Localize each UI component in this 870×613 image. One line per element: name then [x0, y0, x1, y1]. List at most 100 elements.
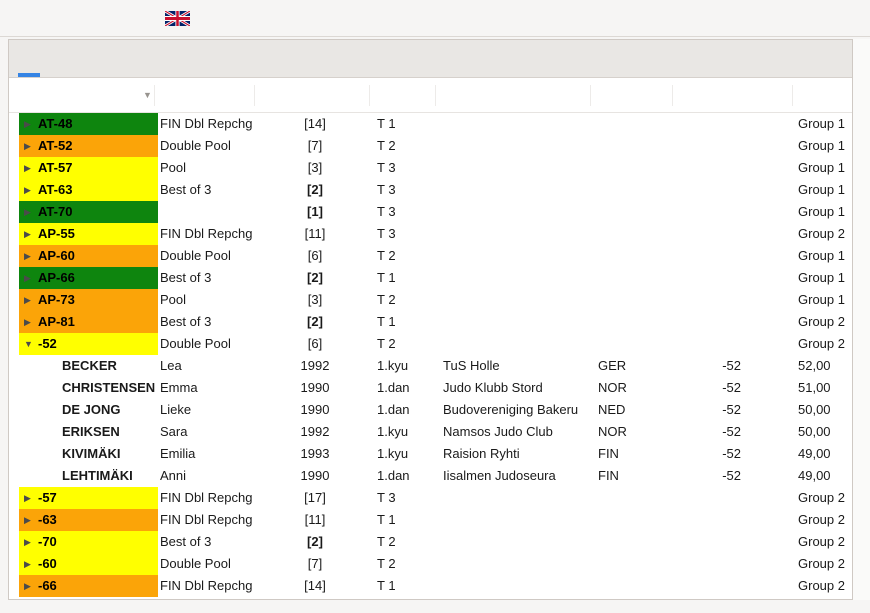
category-name: AP-81 [38, 314, 75, 329]
competitor-row-kivim-ki[interactable]: KIVIMÄKI Emilia 1993 1.kyu Raision Ryhti… [9, 443, 852, 465]
category-row-63[interactable]: ▶ -63 FIN Dbl Repchg [11] T 1 Group 2 [9, 509, 852, 531]
category-count: [6] [262, 245, 368, 267]
category-count: [14] [262, 113, 368, 135]
expander-icon[interactable]: ▶ [24, 289, 31, 311]
category-row-at-52[interactable]: ▶ AT-52 Double Pool [7] T 2 Group 1 [9, 135, 852, 157]
competitor-weight: 49,00 [798, 443, 853, 465]
category-cell: ▶ AP-55 [19, 223, 158, 245]
category-group: Group 1 [798, 135, 853, 157]
category-cell: ▶ AP-66 [19, 267, 158, 289]
competitor-row-becker[interactable]: BECKER Lea 1992 1.kyu TuS Holle GER -52 … [9, 355, 852, 377]
expander-icon[interactable]: ▶ [24, 157, 31, 179]
category-row-66[interactable]: ▶ -66 FIN Dbl Repchg [14] T 1 Group 2 [9, 575, 852, 597]
competitor-reg-category: -52 [680, 377, 741, 399]
sort-descending-icon[interactable]: ▼ [143, 78, 152, 112]
competitor-first-name: Emilia [160, 443, 261, 465]
tab-matches[interactable] [109, 40, 141, 77]
category-cell: ▶ AT-48 [19, 113, 158, 135]
category-row-at-63[interactable]: ▶ AT-63 Best of 3 [2] T 3 Group 1 [9, 179, 852, 201]
expander-icon[interactable]: ▶ [24, 531, 31, 553]
category-group: Group 2 [798, 553, 853, 575]
category-row-60[interactable]: ▶ -60 Double Pool [7] T 2 Group 2 [9, 553, 852, 575]
competitor-row-de-jong[interactable]: DE JONG Lieke 1990 1.dan Budovereniging … [9, 399, 852, 421]
category-count: [14] [262, 575, 368, 597]
expander-icon[interactable]: ▶ [24, 487, 31, 509]
uk-flag-icon [165, 11, 190, 26]
category-name: AP-60 [38, 248, 75, 263]
competitor-grade: 1.kyu [377, 443, 441, 465]
category-count: [17] [262, 487, 368, 509]
tab-tatami-3[interactable] [205, 40, 237, 77]
category-row-ap-66[interactable]: ▶ AP-66 Best of 3 [2] T 1 Group 1 [9, 267, 852, 289]
category-name: -63 [38, 512, 57, 527]
category-system: Double Pool [160, 333, 261, 355]
tab-categories[interactable] [77, 40, 109, 77]
competitor-weight: 52,00 [798, 355, 853, 377]
tab-competitors[interactable] [13, 40, 45, 77]
competitor-row-christensen[interactable]: CHRISTENSEN Emma 1990 1.dan Judo Klubb S… [9, 377, 852, 399]
expander-icon[interactable]: ▶ [24, 179, 31, 201]
competitor-row-eriksen[interactable]: ERIKSEN Sara 1992 1.kyu Namsos Judo Club… [9, 421, 852, 443]
category-name: AT-57 [38, 160, 72, 175]
category-row-52[interactable]: ▼ -52 Double Pool [6] T 2 Group 2 [9, 333, 852, 355]
category-row-at-48[interactable]: ▶ AT-48 FIN Dbl Repchg [14] T 1 Group 1 [9, 113, 852, 135]
competitor-reg-category: -52 [680, 465, 741, 487]
category-group: Group 1 [798, 201, 853, 223]
competitor-first-name: Lieke [160, 399, 261, 421]
competitor-grade: 1.dan [377, 399, 441, 421]
expander-icon[interactable]: ▼ [24, 333, 33, 355]
category-tatami: T 3 [377, 201, 441, 223]
category-row-at-57[interactable]: ▶ AT-57 Pool [3] T 3 Group 1 [9, 157, 852, 179]
category-row-ap-81[interactable]: ▶ AP-81 Best of 3 [2] T 1 Group 2 [9, 311, 852, 333]
tab-log[interactable] [237, 40, 269, 77]
expander-icon[interactable]: ▶ [24, 113, 31, 135]
competitor-reg-category: -52 [680, 443, 741, 465]
table-header-row: ▼ [9, 78, 852, 113]
expander-icon[interactable]: ▶ [24, 311, 31, 333]
category-name: AP-73 [38, 292, 75, 307]
expander-icon[interactable]: ▶ [24, 135, 31, 157]
category-row-57[interactable]: ▶ -57 FIN Dbl Repchg [17] T 3 Group 2 [9, 487, 852, 509]
competitor-country: FIN [598, 465, 658, 487]
category-group: Group 2 [798, 509, 853, 531]
competitor-last-name: BECKER [62, 355, 159, 377]
expander-icon[interactable]: ▶ [24, 267, 31, 289]
category-cell: ▶ -66 [19, 575, 158, 597]
competitor-club: Budovereniging Bakeru [443, 399, 597, 421]
category-count: [1] [262, 201, 368, 223]
category-system [160, 201, 261, 223]
tab-bar [9, 40, 852, 78]
category-group: Group 2 [798, 311, 853, 333]
competitor-year: 1990 [262, 377, 368, 399]
tab-tatami-2[interactable] [173, 40, 205, 77]
right-gutter [853, 39, 870, 600]
expander-icon[interactable]: ▶ [24, 245, 31, 267]
category-row-at-70[interactable]: ▶ AT-70 [1] T 3 Group 1 [9, 201, 852, 223]
category-row-ap-55[interactable]: ▶ AP-55 FIN Dbl Repchg [11] T 3 Group 2 [9, 223, 852, 245]
expander-icon[interactable]: ▶ [24, 575, 31, 597]
category-name: -52 [38, 336, 57, 351]
expander-icon[interactable]: ▶ [24, 509, 31, 531]
expander-icon[interactable]: ▶ [24, 201, 31, 223]
category-group: Group 1 [798, 267, 853, 289]
main-notebook: ▼ ▶ AT-48 FIN Dbl Repchg [14] T 1 Group … [8, 39, 853, 600]
expander-icon[interactable]: ▶ [24, 223, 31, 245]
expander-icon[interactable]: ▶ [24, 553, 31, 575]
tab-sheets[interactable] [45, 40, 77, 77]
category-count: [11] [262, 223, 368, 245]
category-cell: ▶ AP-60 [19, 245, 158, 267]
category-cell: ▶ -70 [19, 531, 158, 553]
uk-flag-icon[interactable] [165, 11, 190, 26]
category-system: FIN Dbl Repchg [160, 575, 261, 597]
category-row-ap-60[interactable]: ▶ AP-60 Double Pool [6] T 2 Group 1 [9, 245, 852, 267]
competitor-grade: 1.dan [377, 377, 441, 399]
competitor-club: TuS Holle [443, 355, 597, 377]
category-cell: ▶ AT-52 [19, 135, 158, 157]
category-row-70[interactable]: ▶ -70 Best of 3 [2] T 2 Group 2 [9, 531, 852, 553]
category-row-ap-73[interactable]: ▶ AP-73 Pool [3] T 2 Group 1 [9, 289, 852, 311]
competitor-row-lehtim-ki[interactable]: LEHTIMÄKI Anni 1990 1.dan Iisalmen Judos… [9, 465, 852, 487]
category-name: AP-66 [38, 270, 75, 285]
tab-tatami-1[interactable] [141, 40, 173, 77]
category-count: [6] [262, 333, 368, 355]
competitor-first-name: Lea [160, 355, 261, 377]
